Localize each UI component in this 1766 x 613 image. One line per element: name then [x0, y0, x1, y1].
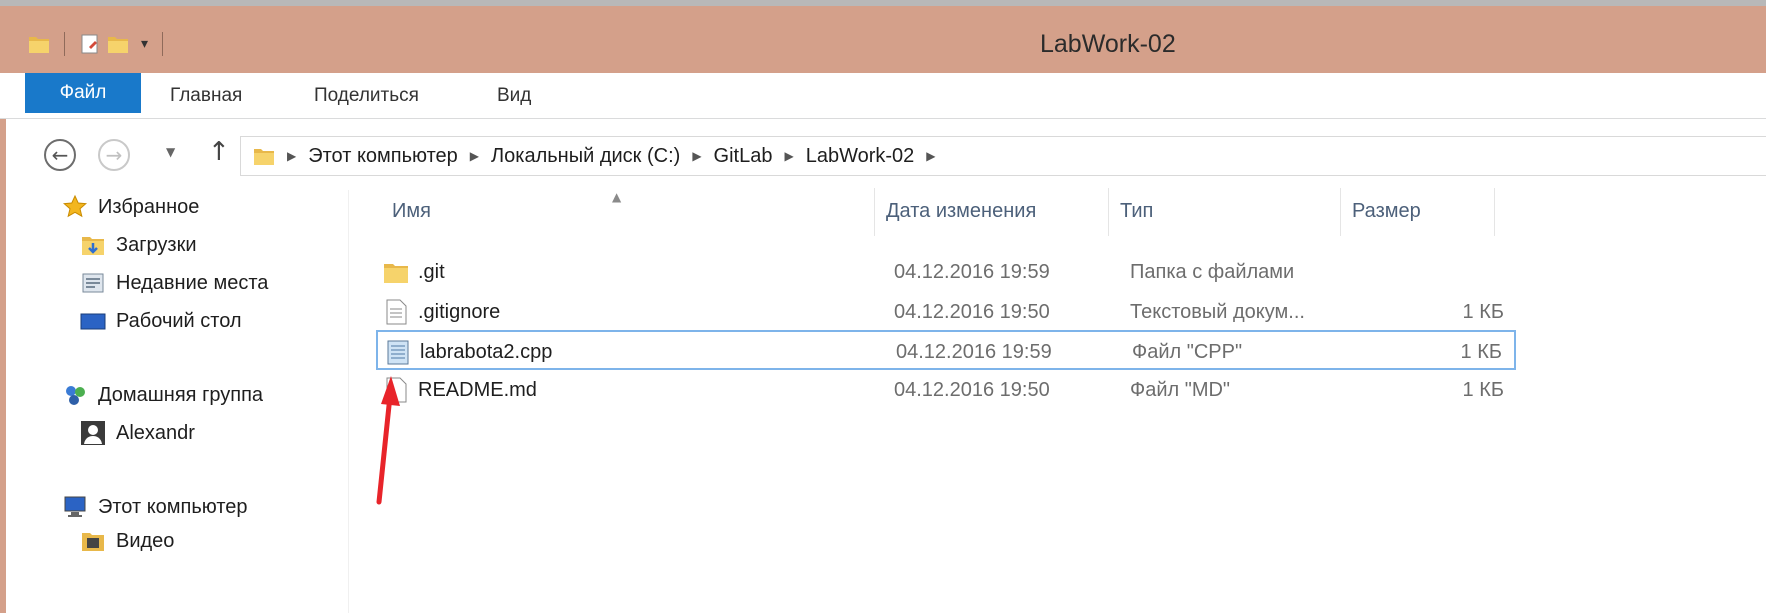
file-name: .gitignore: [418, 301, 501, 323]
tab-view[interactable]: Вид: [497, 73, 531, 119]
forward-button[interactable]: →: [98, 139, 130, 171]
window-title: LabWork-02: [1040, 30, 1176, 58]
column-header-type[interactable]: Тип: [1120, 200, 1153, 223]
chevron-right-icon[interactable]: ▶: [926, 149, 935, 163]
chevron-right-icon[interactable]: ▶: [470, 149, 479, 163]
file-size: 1 КБ: [1462, 379, 1504, 401]
table-row-selected[interactable]: labrabota2.cpp 04.12.2016 19:59 Файл "CP…: [376, 330, 1516, 370]
nav-item-homegroup[interactable]: Домашняя группа: [62, 382, 263, 408]
file-date: 04.12.2016 19:59: [894, 261, 1050, 283]
computer-icon: [64, 496, 86, 517]
nav-item-downloads[interactable]: Загрузки: [80, 232, 197, 258]
user-icon: [81, 421, 105, 445]
file-type: Файл "MD": [1130, 379, 1231, 401]
table-row[interactable]: README.md 04.12.2016 19:50 Файл "MD" 1 К…: [376, 370, 1516, 410]
nav-item-recent-places[interactable]: Недавние места: [80, 270, 268, 296]
recent-places-icon: [82, 273, 104, 293]
file-size: 1 КБ: [1462, 301, 1504, 323]
file-type: Папка с файлами: [1130, 261, 1295, 283]
file-size: 1 КБ: [1460, 341, 1502, 363]
nav-label: Загрузки: [116, 233, 197, 256]
back-button[interactable]: ←: [44, 139, 76, 171]
column-divider[interactable]: [1340, 188, 1341, 236]
nav-label: Этот компьютер: [98, 495, 248, 518]
breadcrumb-computer[interactable]: Этот компьютер: [308, 145, 458, 168]
file-date: 04.12.2016 19:50: [894, 379, 1050, 401]
column-header-size[interactable]: Размер: [1352, 200, 1421, 223]
properties-icon[interactable]: [79, 33, 101, 55]
nav-label: Видео: [116, 529, 175, 552]
folder-icon: [254, 149, 274, 165]
column-header-name[interactable]: Имя: [392, 200, 431, 223]
file-name: .git: [418, 261, 445, 283]
tab-home[interactable]: Главная: [170, 73, 242, 119]
ribbon-tabs: Файл Главная Поделиться Вид: [0, 73, 1766, 119]
table-row[interactable]: .gitignore 04.12.2016 19:50 Текстовый до…: [376, 292, 1516, 332]
nav-label: Избранное: [98, 195, 200, 218]
customize-qat-icon[interactable]: ▾: [141, 36, 148, 52]
annotation-arrow-icon: [376, 376, 400, 505]
sort-ascending-icon: ▲: [612, 190, 622, 204]
column-divider[interactable]: [874, 188, 875, 236]
toolbar-separator: [64, 32, 65, 56]
nav-label: Рабочий стол: [116, 309, 242, 332]
breadcrumb-labwork[interactable]: LabWork-02: [806, 145, 915, 168]
nav-label: Недавние места: [116, 271, 269, 294]
toolbar-separator: [162, 32, 164, 56]
nav-item-user[interactable]: Alexandr: [80, 420, 195, 446]
new-folder-icon[interactable]: [107, 33, 129, 55]
file-date: 04.12.2016 19:59: [896, 341, 1052, 363]
navigation-pane: Избранное Загрузки Недавние места Рабочи…: [0, 190, 348, 613]
folder-icon: [29, 37, 49, 53]
file-name: labrabota2.cpp: [420, 341, 553, 363]
table-row[interactable]: .git 04.12.2016 19:59 Папка с файлами: [376, 252, 1516, 292]
file-type: Текстовый докум...: [1130, 301, 1305, 323]
address-bar[interactable]: ▶ Этот компьютер ▶ Локальный диск (C:) ▶…: [240, 136, 1766, 176]
star-icon: [62, 194, 88, 218]
nav-item-video[interactable]: Видео: [80, 528, 174, 554]
breadcrumb-local-disk[interactable]: Локальный диск (C:): [491, 145, 680, 168]
arrow-right-icon: →: [105, 143, 123, 167]
chevron-right-icon[interactable]: ▶: [692, 149, 701, 163]
nav-label: Alexandr: [116, 421, 195, 444]
desktop-icon: [80, 313, 106, 330]
up-button[interactable]: ↑: [208, 137, 230, 167]
arrow-left-icon: ←: [51, 143, 69, 167]
file-type: Файл "CPP": [1132, 341, 1243, 363]
pane-splitter[interactable]: [348, 190, 349, 613]
tab-share[interactable]: Поделиться: [314, 73, 419, 119]
file-name: README.md: [418, 379, 537, 401]
nav-item-desktop[interactable]: Рабочий стол: [80, 308, 242, 334]
nav-item-this-pc[interactable]: Этот компьютер: [62, 494, 248, 520]
downloads-folder-icon: [82, 237, 104, 255]
title-bar: ▾ LabWork-02: [0, 0, 1766, 73]
text-file-icon: [386, 299, 407, 325]
folder-icon: [384, 264, 408, 283]
nav-item-favorites[interactable]: Избранное: [62, 194, 199, 220]
column-divider[interactable]: [1494, 188, 1495, 236]
chevron-right-icon[interactable]: ▶: [784, 149, 793, 163]
address-row: ← → ▼ ↑ ▶ Этот компьютер ▶ Локальный дис…: [0, 127, 1766, 187]
column-divider[interactable]: [1108, 188, 1109, 236]
cpp-file-icon: [387, 340, 409, 365]
video-folder-icon: [82, 533, 104, 551]
chevron-right-icon[interactable]: ▶: [287, 149, 296, 163]
recent-locations-dropdown[interactable]: ▼: [166, 145, 175, 159]
homegroup-icon: [66, 386, 85, 405]
file-date: 04.12.2016 19:50: [894, 301, 1050, 323]
quick-access-toolbar: ▾: [28, 28, 171, 60]
tab-file[interactable]: Файл: [25, 73, 141, 113]
breadcrumb-gitlab[interactable]: GitLab: [714, 145, 773, 168]
column-header-date[interactable]: Дата изменения: [886, 200, 1036, 223]
nav-label: Домашняя группа: [98, 383, 264, 406]
